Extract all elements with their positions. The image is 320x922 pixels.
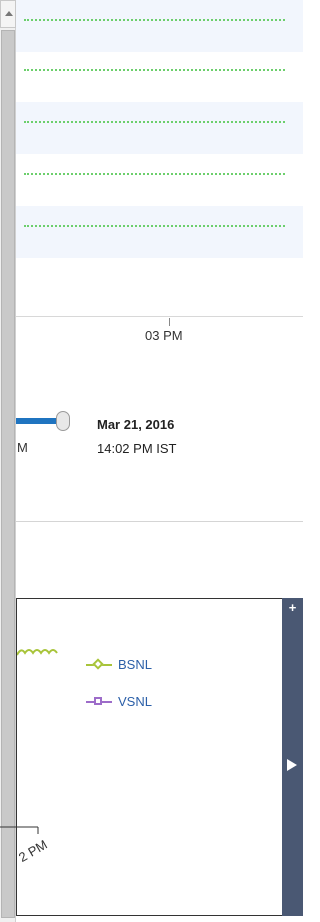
square-icon <box>86 695 112 709</box>
diamond-icon <box>86 657 112 672</box>
timeline-axis <box>16 316 303 317</box>
legend-label: VSNL <box>118 694 152 709</box>
axis-tick-label: 03 PM <box>145 328 183 343</box>
chart-band <box>16 154 303 206</box>
chart-band <box>16 102 303 154</box>
slider-range-label: M <box>17 440 28 455</box>
gridline <box>24 225 285 227</box>
time-slider-handle[interactable] <box>56 411 70 431</box>
gridline <box>24 121 285 123</box>
section-divider <box>16 521 303 522</box>
gridline <box>24 69 285 71</box>
chart-side-toolbar: + <box>282 598 303 916</box>
gridline <box>24 173 285 175</box>
chart-band <box>16 50 303 102</box>
scroll-thumb[interactable] <box>1 30 15 918</box>
legend-label: BSNL <box>118 657 152 672</box>
bsnl-series-line <box>17 649 58 656</box>
axis-tick <box>169 318 170 326</box>
vertical-scrollbar[interactable] <box>0 0 16 922</box>
gridline <box>24 19 285 21</box>
legend-item-bsnl[interactable]: BSNL <box>86 657 152 672</box>
selected-date: Mar 21, 2016 <box>97 417 175 432</box>
chart-x-axis <box>0 826 39 834</box>
expand-button[interactable]: + <box>282 600 303 615</box>
play-right-icon[interactable] <box>287 759 297 771</box>
chart-band <box>16 0 303 52</box>
selected-time: 14:02 PM IST <box>97 441 177 456</box>
traffic-chart-panel: BSNL VSNL <box>16 598 282 916</box>
timeline-chart-bands <box>16 0 303 262</box>
legend-item-vsnl[interactable]: VSNL <box>86 694 152 709</box>
chart-band <box>16 206 303 258</box>
scroll-up-button[interactable] <box>0 0 16 28</box>
